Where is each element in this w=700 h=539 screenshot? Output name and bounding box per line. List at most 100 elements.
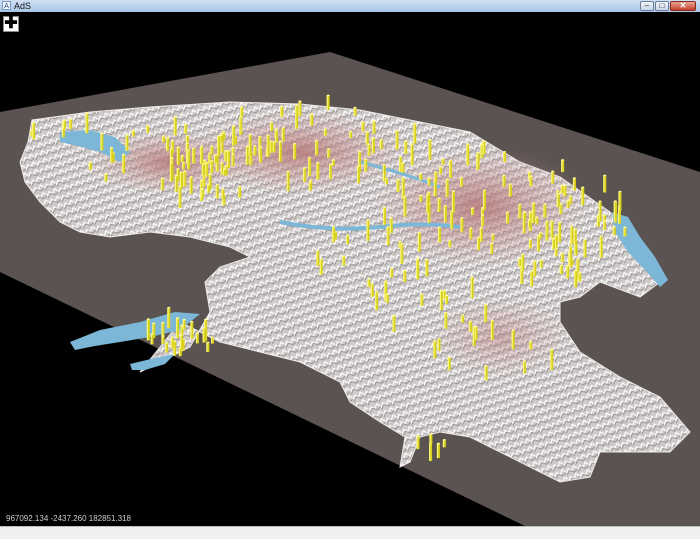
bar-column	[433, 339, 437, 359]
bar-column	[602, 220, 606, 231]
bar-column	[400, 243, 404, 264]
bar-column	[442, 439, 446, 448]
bar-column	[217, 135, 221, 156]
bar-column	[529, 340, 533, 350]
bar-column	[190, 320, 194, 339]
bar-column	[222, 168, 226, 176]
bar-column	[426, 193, 430, 214]
bar-column	[439, 166, 443, 175]
minimize-button[interactable]: –	[640, 1, 654, 11]
application-window: A AdS – □ ✕ ✚ 967092.134 -2437.260 18285…	[0, 0, 700, 539]
bar-column	[448, 239, 452, 248]
bar-column	[328, 163, 332, 180]
bar-column	[449, 159, 453, 178]
bar-column	[385, 293, 389, 303]
bar-column	[63, 119, 67, 130]
bar-column	[303, 167, 307, 182]
bar-column	[573, 228, 577, 245]
bar-column	[468, 320, 472, 332]
bar-column	[403, 269, 407, 283]
bar-column	[427, 177, 431, 186]
bar-column	[583, 238, 587, 258]
bar-column	[215, 183, 219, 199]
bar-column	[518, 203, 522, 219]
window-title: AdS	[14, 1, 32, 11]
bar-column	[527, 219, 531, 228]
bar-column	[491, 233, 495, 241]
bar-column	[174, 174, 178, 192]
bar-column	[612, 225, 616, 236]
bar-column	[238, 185, 242, 198]
bar-column	[182, 161, 186, 170]
bar-column	[437, 197, 441, 213]
bar-column	[231, 153, 235, 167]
bar-column	[522, 360, 526, 374]
bar-column	[295, 104, 299, 126]
bar-column	[417, 231, 421, 252]
bar-column	[569, 195, 573, 205]
maximize-button[interactable]: □	[655, 1, 669, 11]
terrain-scene[interactable]	[0, 12, 700, 526]
bar-column	[201, 188, 205, 198]
bar-column	[182, 318, 186, 330]
bar-column	[253, 144, 257, 156]
bar-column	[205, 161, 209, 177]
bar-column	[429, 433, 433, 444]
bar-column	[366, 218, 370, 242]
bar-column	[566, 264, 570, 279]
bar-column	[258, 146, 262, 163]
bar-column	[195, 332, 199, 344]
bar-column	[364, 158, 368, 172]
bar-column	[470, 276, 474, 299]
add-button[interactable]: ✚	[3, 16, 19, 32]
status-bar	[0, 526, 700, 539]
bar-column	[484, 303, 488, 323]
bar-column	[353, 106, 357, 116]
bar-column	[439, 290, 443, 311]
bar-column	[345, 234, 349, 245]
bar-column	[184, 123, 188, 134]
bar-column	[443, 204, 447, 223]
bar-column	[357, 165, 361, 184]
bar-column	[349, 130, 353, 138]
bar-column	[389, 216, 393, 233]
bar-column	[530, 270, 534, 287]
bar-column	[545, 220, 549, 241]
app-icon[interactable]: A	[2, 1, 11, 10]
bar-column	[535, 216, 539, 225]
bar-column	[298, 100, 302, 116]
bar-column	[484, 364, 488, 381]
bar-column	[327, 148, 331, 158]
bar-column	[539, 231, 543, 239]
bar-column	[213, 154, 217, 163]
bar-column	[278, 140, 282, 162]
bar-column	[100, 132, 104, 151]
bar-column	[563, 184, 567, 197]
bar-column	[558, 221, 562, 243]
bar-column	[210, 336, 214, 344]
bar-column	[392, 314, 396, 332]
bar-column	[319, 258, 323, 275]
bar-column	[437, 337, 441, 352]
bar-column	[444, 311, 448, 329]
bar-column	[461, 314, 465, 323]
bar-column	[293, 142, 297, 160]
bar-column	[543, 203, 547, 218]
bar-column	[232, 125, 236, 146]
bar-column	[375, 290, 379, 311]
close-button[interactable]: ✕	[670, 1, 696, 11]
bar-column	[574, 269, 578, 288]
bar-column	[269, 140, 273, 153]
bar-column	[104, 173, 108, 182]
bar-column	[551, 170, 555, 184]
bar-column	[401, 176, 405, 199]
bar-column	[476, 151, 480, 168]
bar-column	[245, 145, 249, 165]
bar-column	[202, 327, 206, 343]
bar-column	[477, 236, 481, 251]
bar-column	[460, 217, 464, 233]
3d-map-viewport[interactable]: ✚ 967092.134 -2437.260 182851.318	[0, 12, 700, 526]
bar-column	[416, 258, 420, 280]
bar-column	[201, 163, 205, 176]
bar-column	[603, 174, 607, 193]
